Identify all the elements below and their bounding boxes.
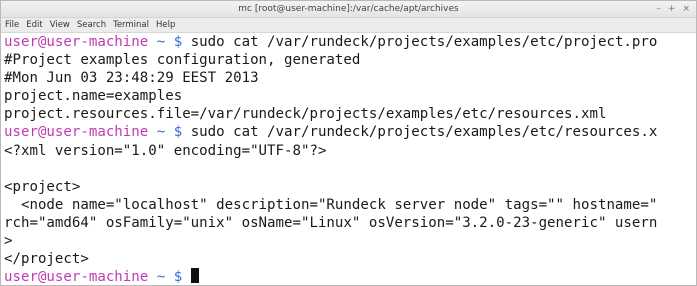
output-line: <?xml version="1.0" encoding="UTF-8"?>: [4, 142, 327, 159]
output-line: >: [4, 233, 13, 250]
output-line: project.resources.file=/var/rundeck/proj…: [4, 106, 607, 123]
text-cursor: [190, 268, 199, 284]
output-line: <project>: [4, 178, 81, 195]
menu-search[interactable]: Search: [77, 18, 106, 32]
terminal-window: mc [root@user-machine]:/var/cache/apt/ar…: [0, 0, 697, 286]
prompt-user-host: user@user-machine: [4, 269, 149, 285]
output-line: project.name=examples: [4, 88, 183, 105]
prompt-directory: ~ $: [148, 34, 183, 50]
menu-help[interactable]: Help: [156, 18, 175, 32]
command-text: sudo cat /var/rundeck/projects/examples/…: [182, 34, 658, 50]
menu-edit[interactable]: Edit: [26, 18, 42, 32]
prompt-line: user@user-machine ~ $: [4, 268, 696, 285]
prompt-line: user@user-machine ~ $ sudo cat /var/rund…: [4, 123, 696, 141]
prompt-user-host: user@user-machine: [4, 34, 149, 50]
output-line: #Mon Jun 03 23:48:29 EEST 2013: [4, 70, 259, 87]
output-line: rch="amd64" osFamily="unix" osName="Linu…: [4, 214, 658, 231]
close-button[interactable]: ×: [682, 1, 690, 17]
window-title: mc [root@user-machine]:/var/cache/apt/ar…: [238, 4, 459, 14]
prompt-line: user@user-machine ~ $ sudo cat /var/rund…: [4, 33, 696, 51]
minimize-button[interactable]: –: [656, 1, 661, 17]
prompt-user-host: user@user-machine: [4, 124, 149, 141]
command-text: [182, 269, 191, 285]
output-line: #Project examples configuration, generat…: [4, 52, 361, 69]
title-bar[interactable]: mc [root@user-machine]:/var/cache/apt/ar…: [1, 1, 696, 18]
terminal-output[interactable]: user@user-machine ~ $ sudo cat /var/rund…: [1, 33, 696, 285]
menu-terminal[interactable]: Terminal: [113, 18, 149, 32]
menu-view[interactable]: View: [50, 18, 70, 32]
menu-bar: File Edit View Search Terminal Help: [1, 18, 696, 33]
menu-file[interactable]: File: [5, 18, 19, 32]
prompt-directory: ~ $: [148, 269, 183, 285]
window-controls: – + ×: [656, 1, 690, 17]
output-line: <node name="localhost" description="Rund…: [4, 196, 658, 213]
maximize-button[interactable]: +: [668, 1, 676, 17]
command-text: sudo cat /var/rundeck/projects/examples/…: [182, 124, 658, 141]
output-line: </project>: [4, 251, 89, 268]
prompt-directory: ~ $: [148, 124, 183, 141]
